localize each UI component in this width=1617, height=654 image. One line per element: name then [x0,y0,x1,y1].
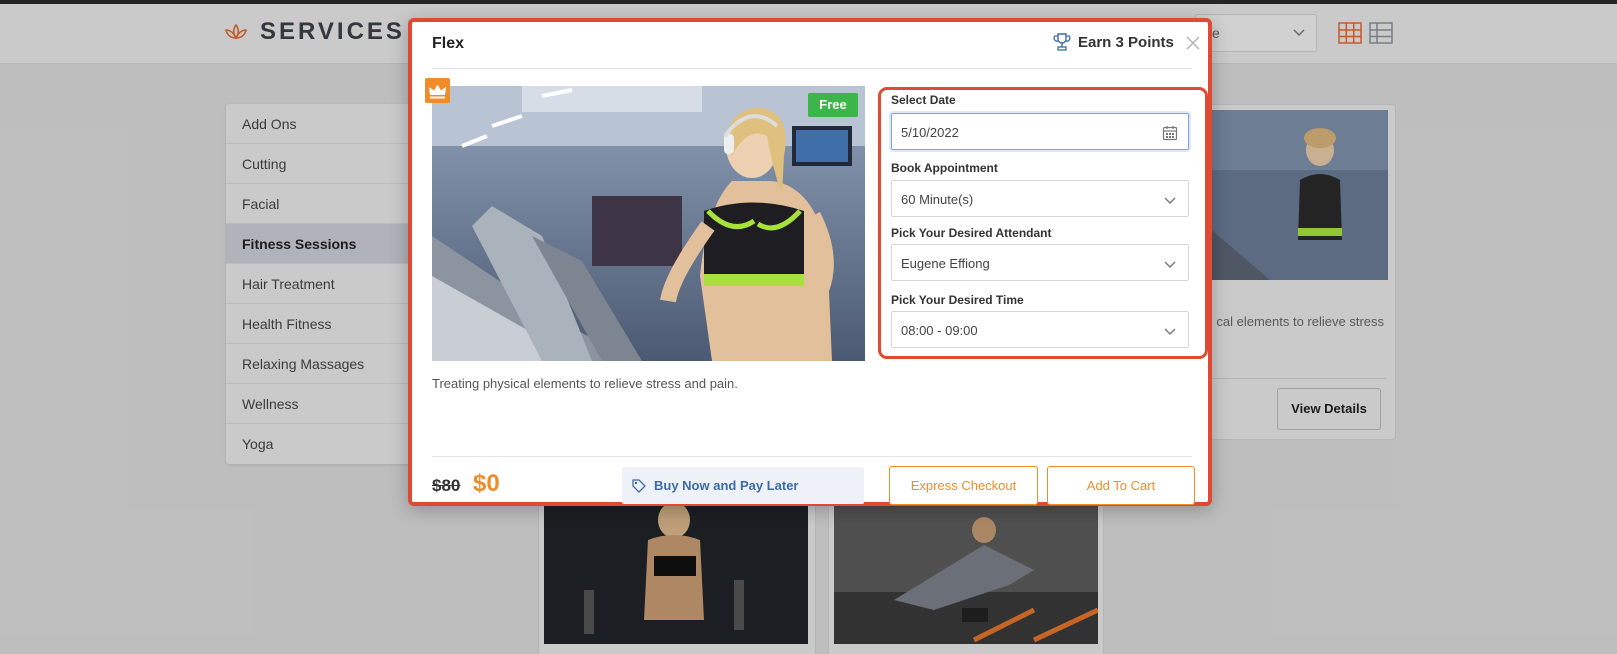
date-input[interactable]: 5/10/2022 [891,113,1189,150]
current-price: $0 [473,470,500,497]
bnpl-label: Buy Now and Pay Later [654,478,799,493]
free-badge: Free [808,93,858,117]
appointment-duration-value: 60 Minute(s) [901,192,974,207]
divider [432,456,1192,457]
attendant-label: Pick Your Desired Attendant [891,226,1052,240]
calendar-icon[interactable] [1162,125,1178,141]
close-icon[interactable] [1186,36,1200,50]
date-value: 5/10/2022 [901,125,959,140]
booking-form: Select Date 5/10/2022 Book Appointment 6… [878,87,1208,359]
earn-points: Earn 3 Points [1052,32,1174,52]
chevron-down-icon [1164,328,1176,335]
add-to-cart-button[interactable]: Add To Cart [1047,466,1195,505]
service-modal: Flex Earn 3 Points Free Treating physica… [408,18,1212,506]
select-date-label: Select Date [891,93,956,107]
trophy-icon [1053,33,1071,51]
gym-photo [432,86,865,361]
book-appointment-label: Book Appointment [891,161,998,175]
time-label: Pick Your Desired Time [891,293,1024,307]
attendant-value: Eugene Effiong [901,256,990,271]
service-description: Treating physical elements to relieve st… [432,376,738,391]
time-select[interactable]: 08:00 - 09:00 [891,311,1189,348]
crown-icon [429,84,446,99]
service-image [432,86,865,361]
divider [432,68,1192,69]
premium-badge [425,78,450,103]
chevron-down-icon [1164,197,1176,204]
original-price: $80 [432,476,461,495]
chevron-down-icon [1164,261,1176,268]
attendant-select[interactable]: Eugene Effiong [891,244,1189,281]
buy-now-pay-later-button[interactable]: Buy Now and Pay Later [622,467,864,504]
appointment-duration-select[interactable]: 60 Minute(s) [891,180,1189,217]
modal-title: Flex [432,35,465,52]
time-value: 08:00 - 09:00 [901,323,978,338]
tag-icon [632,478,646,493]
points-label: Earn 3 Points [1078,33,1174,51]
express-checkout-button[interactable]: Express Checkout [889,466,1038,505]
